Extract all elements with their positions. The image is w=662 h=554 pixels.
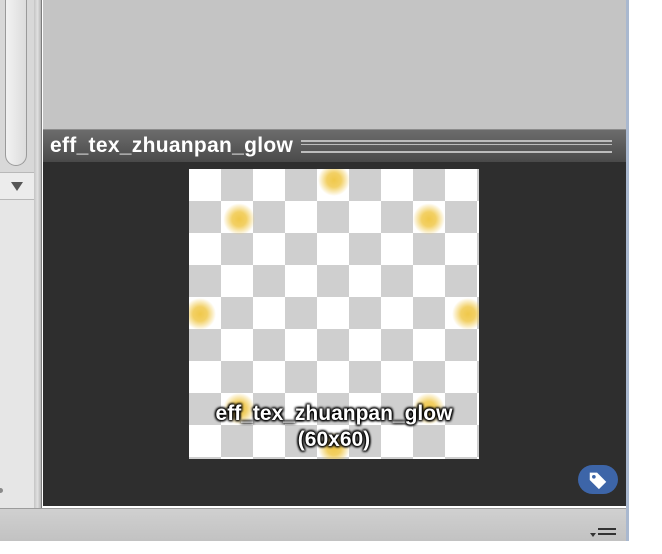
resize-grip-icon[interactable] — [590, 524, 618, 540]
thumbnail-caption: eff_tex_zhuanpan_glow (60x60) — [189, 401, 479, 453]
splitter[interactable] — [34, 0, 42, 508]
tag-button[interactable] — [578, 465, 618, 494]
glow-dot — [318, 169, 350, 196]
upper-panel — [43, 0, 626, 129]
panel-title: eff_tex_zhuanpan_glow — [50, 134, 294, 157]
panel-header[interactable]: eff_tex_zhuanpan_glow — [43, 129, 626, 162]
handle-dot — [0, 488, 3, 493]
tag-icon — [589, 472, 607, 489]
left-sidebar — [0, 0, 35, 508]
texture-thumbnail[interactable]: eff_tex_zhuanpan_glow (60x60) — [189, 169, 479, 459]
preview-viewport: eff_tex_zhuanpan_glow (60x60) — [43, 162, 626, 506]
window-edge — [626, 0, 629, 541]
glow-dot — [189, 298, 216, 330]
triangle-down-icon — [11, 182, 23, 191]
glow-dot — [412, 203, 445, 236]
glow-dot — [223, 203, 256, 236]
scrollbar-thumb[interactable] — [5, 0, 27, 166]
drag-grip[interactable] — [301, 139, 612, 153]
glow-dot — [452, 298, 479, 330]
status-bar — [0, 508, 626, 541]
scroll-down-button[interactable] — [0, 172, 34, 200]
thumbnail-dimensions: (60x60) — [297, 428, 371, 451]
thumbnail-name: eff_tex_zhuanpan_glow — [215, 402, 453, 425]
scrollbar[interactable] — [0, 0, 34, 200]
